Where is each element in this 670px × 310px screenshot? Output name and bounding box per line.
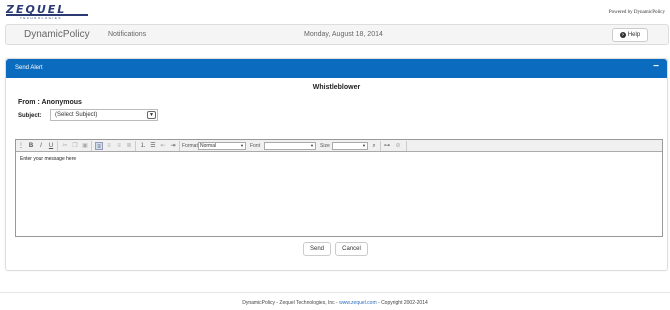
align-left-icon[interactable]: ≡ <box>95 142 103 150</box>
toolbar-separator <box>406 141 407 151</box>
zequel-website-link[interactable]: www.zequel.com <box>339 300 377 306</box>
toolbar-separator <box>57 141 58 151</box>
align-right-icon[interactable]: ≡ <box>115 142 123 150</box>
editor-toolbar: ⋮ B I U ✂ ❐ ▣ ≡ ≡ ≡ ≣ ⒈ ☰ ⇤ ⇥ Format Nor… <box>16 140 662 152</box>
align-justify-icon[interactable]: ≣ <box>125 142 133 150</box>
subject-select[interactable]: (Select Subject) ▼ <box>50 109 158 121</box>
format-select-value: Normal <box>200 143 217 149</box>
align-center-icon[interactable]: ≡ <box>105 142 113 150</box>
font-label: Font <box>250 143 261 149</box>
message-editor: ⋮ B I U ✂ ❐ ▣ ≡ ≡ ≡ ≣ ⒈ ☰ ⇤ ⇥ Format Nor… <box>15 139 663 237</box>
font-select[interactable]: ▼ <box>264 142 316 150</box>
powered-by-text: Powered by DynamicPolicy <box>608 10 665 15</box>
panel-header: Send Alert − <box>6 59 667 78</box>
size-select[interactable]: ▼ <box>332 142 368 150</box>
caret-down-icon: ▼ <box>310 143 314 148</box>
copy-icon[interactable]: ❐ <box>71 142 79 150</box>
help-button[interactable]: ? Help <box>612 28 648 42</box>
send-button[interactable]: Send <box>303 242 331 256</box>
toolbar-separator <box>135 141 136 151</box>
outdent-icon[interactable]: ⇤ <box>159 142 167 150</box>
logo-subtitle: TECHNOLOGIES <box>20 16 62 20</box>
panel-title: Send Alert <box>15 65 43 71</box>
zequel-logo[interactable]: ZEQUEL TECHNOLOGIES <box>6 4 88 20</box>
top-header: ZEQUEL TECHNOLOGIES Powered by DynamicPo… <box>0 0 670 22</box>
cut-icon[interactable]: ✂ <box>61 142 69 150</box>
underline-icon[interactable]: U <box>47 142 55 150</box>
send-alert-panel: Send Alert − Whistleblower From : Anonym… <box>5 58 668 271</box>
help-label: Help <box>627 32 641 38</box>
bold-icon[interactable]: B <box>27 142 35 150</box>
link-icon[interactable]: ⊶ <box>383 142 391 150</box>
notifications-link[interactable]: Notifications <box>108 31 146 38</box>
footer: DynamicPolicy - Zequel Technologies, Inc… <box>0 300 670 306</box>
bulleted-list-icon[interactable]: ☰ <box>149 142 157 150</box>
toolbar-separator <box>380 141 381 151</box>
indent-icon[interactable]: ⇥ <box>169 142 177 150</box>
footer-copyright: - Copyright 2002-2014 <box>376 300 428 306</box>
toolbar-grip-icon: ⋮ <box>18 143 24 149</box>
find-icon[interactable]: ⌕ <box>370 142 378 150</box>
form-title: Whistleblower <box>312 84 361 91</box>
caret-down-icon: ▼ <box>362 143 366 148</box>
navbar: DynamicPolicy Notifications Monday, Augu… <box>5 24 669 45</box>
subject-select-value: (Select Subject) <box>55 112 98 118</box>
numbered-list-icon[interactable]: ⒈ <box>139 142 147 150</box>
paste-icon[interactable]: ▣ <box>81 142 89 150</box>
subject-label: Subject: <box>18 113 42 119</box>
footer-prefix: DynamicPolicy - Zequel Technologies, Inc… <box>242 300 340 306</box>
caret-down-icon: ▼ <box>240 143 244 148</box>
message-textarea[interactable]: Enter your message here <box>20 156 76 162</box>
from-label: From : Anonymous <box>18 99 82 106</box>
unlink-icon[interactable]: ⊘ <box>394 142 402 150</box>
format-label: Format <box>182 143 198 149</box>
brand-link[interactable]: DynamicPolicy <box>24 29 90 40</box>
toolbar-separator <box>91 141 92 151</box>
toolbar-separator <box>179 141 180 151</box>
minus-icon[interactable]: − <box>653 62 659 72</box>
chevron-down-icon: ▼ <box>147 111 156 119</box>
format-select[interactable]: Normal ▼ <box>198 142 246 150</box>
cancel-button[interactable]: Cancel <box>335 242 368 256</box>
question-circle-icon: ? <box>619 32 626 38</box>
footer-divider <box>0 292 670 293</box>
italic-icon[interactable]: I <box>37 142 45 150</box>
size-label: Size <box>320 143 330 149</box>
current-date: Monday, August 18, 2014 <box>304 31 383 38</box>
